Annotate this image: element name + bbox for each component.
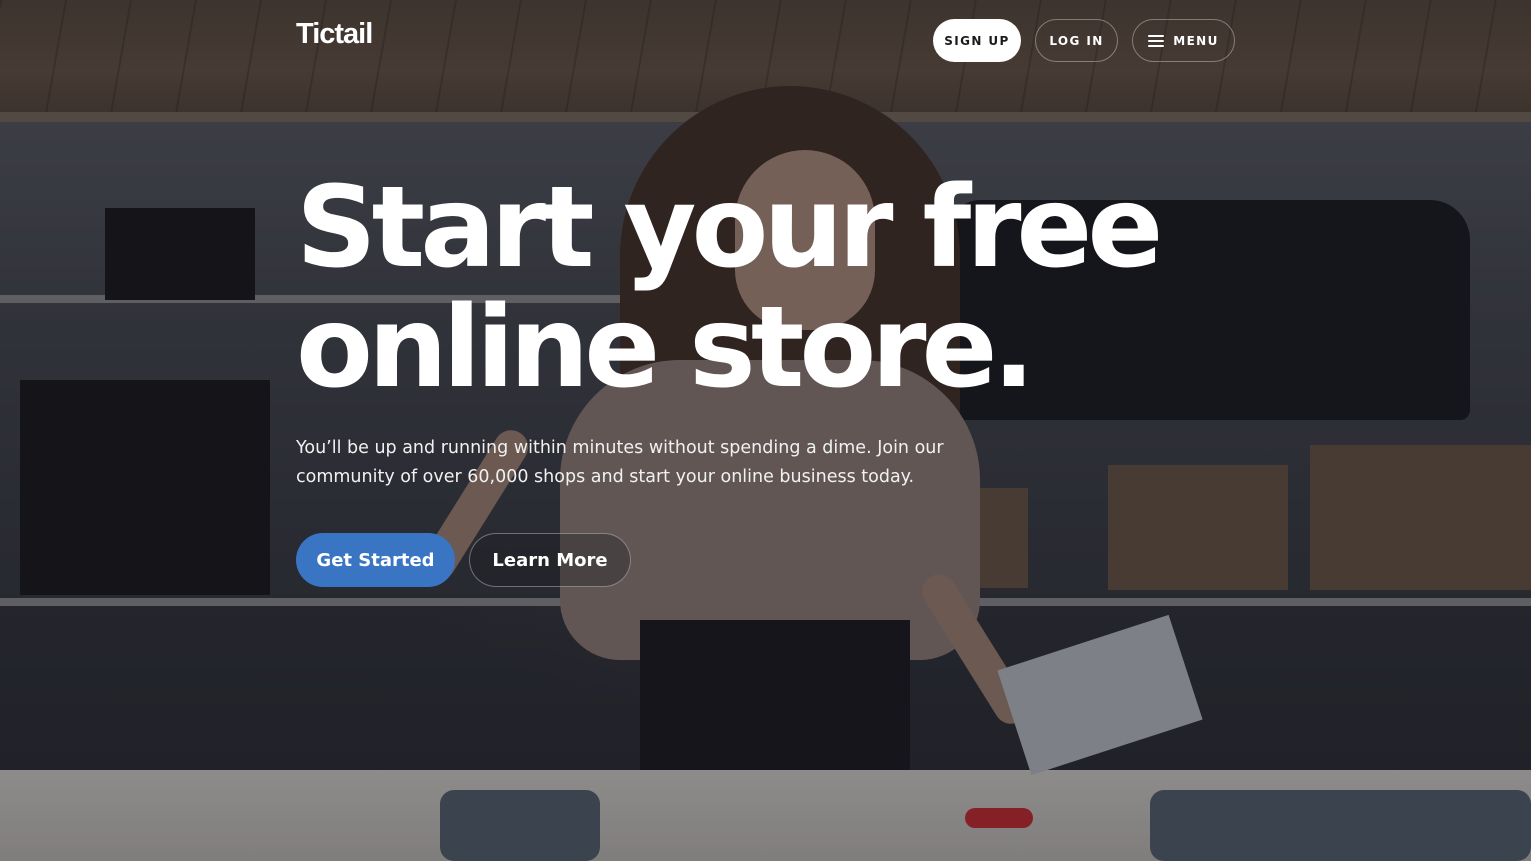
hero-subtext: You’ll be up and running within minutes … [296, 438, 944, 487]
headline-line-2: online store. [296, 283, 1035, 413]
log-in-button[interactable]: LOG IN [1035, 19, 1118, 62]
cta-row: Get Started Learn More [296, 533, 631, 587]
hero-headline: Start your free online store. [296, 168, 1196, 408]
hamburger-icon [1148, 34, 1165, 47]
logo[interactable]: Tictail [296, 14, 373, 54]
site-header: Tictail SIGN UP LOG IN MENU [0, 0, 1531, 80]
menu-button-label: MENU [1173, 33, 1219, 48]
get-started-button[interactable]: Get Started [296, 533, 455, 587]
bg-dark-overlay [0, 0, 1531, 861]
menu-button[interactable]: MENU [1132, 19, 1235, 62]
sign-up-button[interactable]: SIGN UP [933, 19, 1021, 62]
hero-background-image [0, 0, 1531, 861]
header-nav: SIGN UP LOG IN MENU [933, 19, 1235, 62]
headline-line-1: Start your free [296, 163, 1163, 293]
hero-section: Start your free online store. You’ll be … [296, 168, 1196, 587]
learn-more-button[interactable]: Learn More [469, 533, 631, 587]
